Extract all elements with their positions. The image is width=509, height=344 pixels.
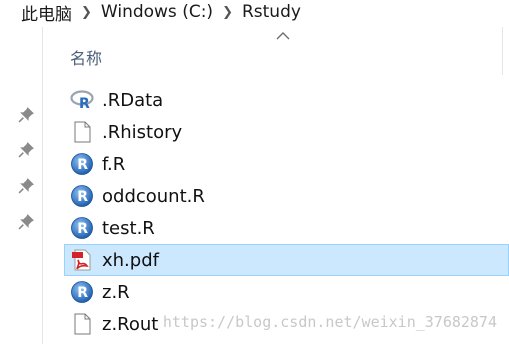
watermark-text: https://blog.csdn.net/weixin_37682874 [162, 313, 497, 331]
blank-file-icon [74, 313, 91, 335]
navigation-pane [0, 27, 43, 344]
chevron-right-icon[interactable]: ❯ [213, 5, 242, 20]
file-row-rdata[interactable]: R .RData [64, 84, 509, 116]
file-name: test.R [102, 217, 155, 239]
breadcrumb-item-this-pc[interactable]: 此电脑 [9, 0, 72, 25]
file-row-xh-pdf[interactable]: xh.pdf [64, 244, 509, 276]
column-separator[interactable] [502, 27, 503, 75]
file-row-f-r[interactable]: R f.R [64, 148, 509, 180]
chevron-right-icon[interactable]: ❯ [72, 5, 101, 20]
pdf-icon [72, 249, 91, 271]
r-script-icon: R [71, 153, 93, 175]
file-row-z-r[interactable]: R z.R [64, 276, 509, 308]
blank-file-icon [74, 121, 91, 143]
svg-text:R: R [79, 96, 90, 112]
svg-text:R: R [77, 189, 88, 205]
file-row-test-r[interactable]: R test.R [64, 212, 509, 244]
file-name: z.R [102, 281, 130, 303]
r-script-icon: R [71, 217, 93, 239]
file-name: .Rhistory [102, 121, 183, 143]
file-name: z.Rout [102, 313, 159, 335]
file-name: oddcount.R [102, 185, 205, 207]
svg-text:R: R [77, 285, 88, 301]
column-header-name[interactable]: 名称 [70, 45, 102, 69]
breadcrumb-item-windows-c[interactable]: Windows (C:) [101, 2, 213, 22]
r-data-icon: R [70, 90, 94, 112]
r-script-icon: R [71, 185, 93, 207]
pin-icon[interactable] [18, 106, 35, 123]
pin-icon[interactable] [18, 141, 35, 158]
file-name: .RData [102, 89, 164, 111]
sort-ascending-icon[interactable] [276, 31, 290, 40]
file-list-pane: 名称 R .RData .Rhistory R f.R R oddcount.R… [43, 27, 509, 344]
file-name: f.R [102, 153, 126, 175]
pin-icon[interactable] [18, 213, 35, 230]
file-name: xh.pdf [102, 249, 159, 271]
file-row-oddcount-r[interactable]: R oddcount.R [64, 180, 509, 212]
file-row-rhistory[interactable]: .Rhistory [64, 116, 509, 148]
breadcrumb: 此电脑 ❯ Windows (C:) ❯ Rstudy [0, 0, 509, 24]
breadcrumb-item-rstudy[interactable]: Rstudy [242, 2, 301, 22]
svg-text:R: R [77, 157, 88, 173]
r-script-icon: R [71, 281, 93, 303]
file-list: R .RData .Rhistory R f.R R oddcount.R R … [64, 84, 509, 340]
svg-text:R: R [77, 221, 88, 237]
pin-icon[interactable] [18, 177, 35, 194]
